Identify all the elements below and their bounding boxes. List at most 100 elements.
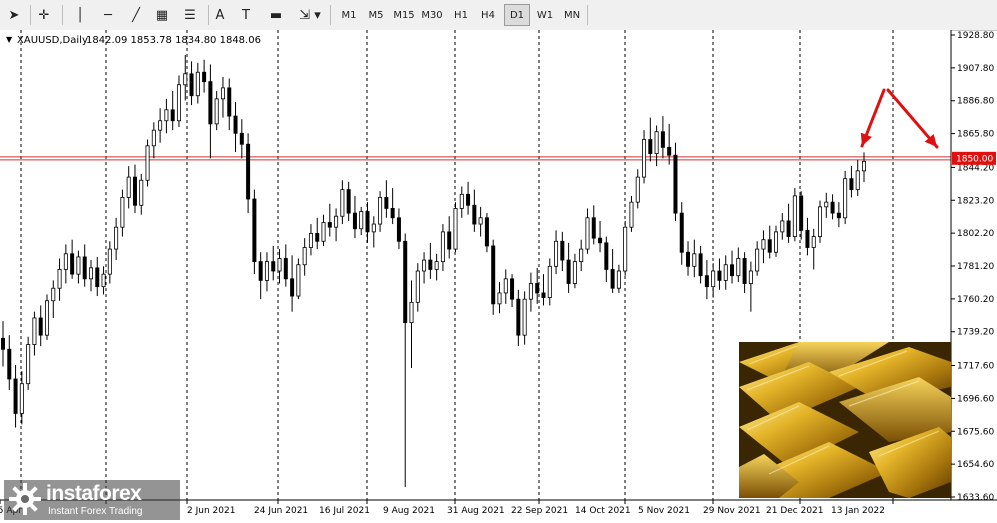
candle-body-bearish [70, 253, 75, 275]
candle-body-bearish [849, 178, 854, 191]
candle-body-bullish [415, 270, 420, 303]
candle-body-bearish [252, 198, 257, 263]
y-tick-label: 1739.20 [957, 328, 994, 338]
timeframe-mn-button[interactable]: MN [559, 4, 585, 26]
candle-body-bearish [510, 278, 515, 300]
arrows-menu-icon: ⇲ ▾ [299, 7, 321, 23]
candle-body-bearish [233, 115, 238, 134]
candle-body-bullish [76, 256, 81, 275]
chart-toolbar: ➤ ✛ │ ─ ╱ ▦ ☰ A T ▬ ⇲ ▾ M1 M5 M15 M30 H1 H4 D1 W1 MN [0, 0, 997, 31]
text-icon: A [215, 7, 225, 23]
candle-body-bearish [13, 378, 18, 414]
rectangle-label-icon: ▬ [269, 7, 283, 23]
candle-body-bearish [283, 258, 288, 280]
candle-body-bearish [830, 201, 835, 214]
candle-body-bearish [290, 278, 295, 297]
candle-body-bearish [591, 217, 596, 239]
arrows-menu-tool-button[interactable]: ⇲ ▾ [295, 4, 325, 26]
candle [623, 220, 628, 276]
candle-body-bullish [120, 197, 125, 228]
horizontal-line-tool-button[interactable]: ─ [97, 4, 119, 26]
candle-body-bearish [679, 212, 684, 253]
y-tick-label: 1633.60 [957, 493, 994, 503]
trendline-tool-button[interactable]: ╱ [125, 4, 147, 26]
crosshair-tool-button[interactable]: ✛ [33, 4, 55, 26]
candle [453, 202, 458, 253]
y-tick-label: 1823.20 [957, 196, 994, 206]
rectangle-label-tool-button[interactable]: ▬ [265, 4, 287, 26]
candle-body-bullish [195, 71, 200, 97]
candle-body-bearish [327, 222, 332, 228]
candle-body-bearish [704, 275, 709, 288]
candle-body-bullish [522, 298, 527, 336]
candle-body-bearish [396, 217, 401, 242]
candle-body-bearish [315, 233, 320, 242]
text-label-icon: T [242, 7, 250, 23]
candle-body-bullish [774, 231, 779, 253]
y-tick-label: 1802.20 [957, 229, 994, 239]
x-tick-label: 22 Sep 2021 [511, 506, 568, 516]
candle [26, 336, 31, 390]
candle-body-bearish [246, 143, 251, 200]
cursor-tool-button[interactable]: ➤ [3, 4, 25, 26]
candle-body-bearish [516, 298, 521, 336]
candle-body-bearish [667, 146, 672, 156]
candle-body-bearish [730, 264, 735, 277]
horizontal-line-icon: ─ [104, 7, 112, 23]
candle-body-bearish [604, 242, 609, 270]
candle-body-bullish [736, 258, 741, 277]
candle-body-bearish [472, 204, 477, 225]
candle-body-bearish [82, 256, 87, 280]
candle-body-bearish [686, 251, 691, 267]
candle-body-bullish [642, 139, 647, 178]
equidistant-channel-tool-button[interactable]: ▦ [151, 4, 173, 26]
candle-body-bullish [503, 278, 508, 294]
x-tick-label: 24 Jun 2021 [254, 506, 308, 516]
candle-body-bearish [535, 283, 540, 294]
timeframe-m5-button[interactable]: M5 [363, 4, 389, 26]
text-tool-button[interactable]: A [209, 4, 231, 26]
timeframe-m15-button[interactable]: M15 [391, 4, 417, 26]
candle-body-bearish [7, 348, 12, 380]
fibonacci-tool-button[interactable]: ☰ [179, 4, 201, 26]
candle-body-bullish [811, 236, 816, 248]
brand-tagline: Instant Forex Trading [48, 506, 143, 517]
y-tick-label: 1781.20 [957, 262, 994, 272]
candle-body-bearish [365, 211, 370, 233]
candle-body-bullish [453, 208, 458, 250]
candle-body-bearish [786, 220, 791, 237]
candle-body-bearish [239, 132, 244, 145]
candle [296, 258, 301, 300]
candle-body-bullish [44, 300, 49, 336]
timeframe-w1-button[interactable]: W1 [532, 4, 558, 26]
timeframe-h1-button[interactable]: H1 [448, 4, 474, 26]
timeframe-h4-button[interactable]: H4 [475, 4, 501, 26]
candle-body-bullish [528, 283, 533, 300]
price-level-badge: 1850.00 [952, 151, 996, 165]
candle-body-bearish [767, 239, 772, 253]
candle-body-bearish [610, 269, 615, 289]
candle-body-bullish [371, 223, 376, 233]
price-axis[interactable]: 1928.80 1907.80 1886.80 1865.80 1844.20 1823.… [951, 31, 994, 503]
timeframe-d1-button[interactable]: D1 [504, 4, 530, 26]
y-tick-label: 1675.60 [957, 427, 994, 437]
candle-body-bearish [258, 261, 263, 281]
timeframe-m1-button[interactable]: M1 [336, 4, 362, 26]
candle-body-bullish [101, 273, 106, 288]
candle-body-bullish [183, 73, 188, 86]
candle-body-bearish [352, 212, 357, 230]
vertical-line-tool-button[interactable]: │ [69, 4, 91, 26]
text-label-tool-button[interactable]: T [235, 4, 257, 26]
candle-body-bullish [145, 145, 150, 181]
gold-bars-image [739, 342, 951, 498]
timeframe-m30-button[interactable]: M30 [419, 4, 445, 26]
x-tick-label: 14 Oct 2021 [575, 506, 631, 516]
candle-body-bullish [692, 253, 697, 267]
candle-body-bullish [422, 259, 427, 272]
candle-body-bullish [585, 217, 590, 250]
candle-body-bullish [497, 292, 502, 305]
y-tick-label: 1760.20 [957, 295, 994, 305]
candle-body-bullish [139, 179, 144, 206]
candle [484, 213, 489, 253]
y-tick-label: 1907.80 [957, 64, 994, 74]
